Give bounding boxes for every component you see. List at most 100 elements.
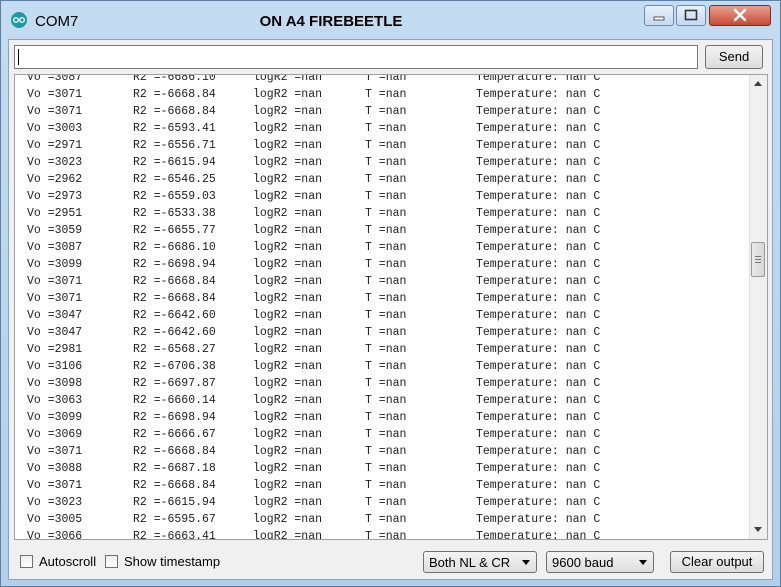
log-temperature-value: Temperature: nan C — [476, 105, 601, 118]
log-temperature-value: Temperature: nan C — [476, 139, 601, 152]
maximize-button[interactable] — [676, 5, 706, 26]
log-temperature-value: Temperature: nan C — [476, 156, 601, 169]
log-r2-value: R2 =-6706.38 — [133, 360, 216, 373]
log-temperature-value: Temperature: nan C — [476, 309, 601, 322]
log-t-value: T =nan — [365, 207, 407, 220]
log-r2-value: R2 =-6698.94 — [133, 411, 216, 424]
dropdown-arrow-icon — [639, 560, 647, 565]
log-logr2-value: logR2 =nan — [253, 207, 323, 220]
log-r2-value: R2 =-6660.14 — [133, 394, 216, 407]
line-ending-select[interactable]: Both NL & CR — [423, 551, 537, 573]
log-temperature-value: Temperature: nan C — [476, 496, 601, 509]
log-line: Vo =3088 R2 =-6687.18 logR2 =nan T =nan Temp… — [27, 460, 747, 477]
log-temperature-value: Temperature: nan C — [476, 326, 601, 339]
show-timestamp-option[interactable]: Show timestamp — [105, 554, 235, 570]
log-line: Vo =3071 R2 =-6668.84 logR2 =nan T =nan Temp… — [27, 103, 747, 120]
autoscroll-option[interactable]: Autoscroll — [20, 554, 110, 570]
log-vo-value: Vo =3023 — [27, 496, 83, 509]
log-temperature-value: Temperature: nan C — [476, 275, 601, 288]
log-line: Vo =2971 R2 =-6556.71 logR2 =nan T =nan Temp… — [27, 137, 747, 154]
log-logr2-value: logR2 =nan — [253, 309, 323, 322]
send-button[interactable]: Send — [705, 45, 763, 69]
show-timestamp-checkbox[interactable] — [105, 555, 118, 568]
log-r2-value: R2 =-6668.84 — [133, 275, 216, 288]
scroll-up-arrow-icon[interactable] — [754, 81, 762, 86]
log-line: Vo =3071 R2 =-6668.84 logR2 =nan T =nan Temp… — [27, 443, 747, 460]
log-temperature-value: Temperature: nan C — [476, 530, 601, 540]
log-r2-value: R2 =-6593.41 — [133, 122, 216, 135]
log-r2-value: R2 =-6687.18 — [133, 462, 216, 475]
log-t-value: T =nan — [365, 88, 407, 101]
log-r2-value: R2 =-6668.84 — [133, 479, 216, 492]
log-vo-value: Vo =3088 — [27, 462, 83, 475]
log-r2-value: R2 =-6668.84 — [133, 292, 216, 305]
log-vo-value: Vo =3047 — [27, 326, 83, 339]
log-logr2-value: logR2 =nan — [253, 445, 323, 458]
serial-monitor-window: COM7 ON A4 FIREBEETLE Send Vo =3087 R2 =… — [0, 0, 781, 587]
log-t-value: T =nan — [365, 224, 407, 237]
log-vo-value: Vo =3071 — [27, 105, 83, 118]
log-logr2-value: logR2 =nan — [253, 496, 323, 509]
scroll-down-arrow-icon[interactable] — [754, 527, 762, 532]
baud-rate-value: 9600 baud — [552, 555, 614, 570]
log-logr2-value: logR2 =nan — [253, 411, 323, 424]
clear-output-button[interactable]: Clear output — [670, 551, 764, 573]
log-t-value: T =nan — [365, 173, 407, 186]
log-t-value: T =nan — [365, 530, 407, 540]
log-r2-value: R2 =-6697.87 — [133, 377, 216, 390]
log-vo-value: Vo =3071 — [27, 275, 83, 288]
log-r2-value: R2 =-6655.77 — [133, 224, 216, 237]
log-t-value: T =nan — [365, 105, 407, 118]
log-r2-value: R2 =-6546.25 — [133, 173, 216, 186]
log-r2-value: R2 =-6663.41 — [133, 530, 216, 540]
log-logr2-value: logR2 =nan — [253, 513, 323, 526]
log-vo-value: Vo =3071 — [27, 445, 83, 458]
log-temperature-value: Temperature: nan C — [476, 122, 601, 135]
serial-output-area[interactable]: Vo =3087 R2 =-6686.10 logR2 =nan T =nan … — [14, 74, 768, 540]
close-button[interactable] — [709, 5, 771, 26]
log-line: Vo =3005 R2 =-6595.67 logR2 =nan T =nan Temp… — [27, 511, 747, 528]
log-r2-value: R2 =-6533.38 — [133, 207, 216, 220]
log-temperature-value: Temperature: nan C — [476, 74, 601, 84]
log-t-value: T =nan — [365, 74, 407, 84]
serial-send-input[interactable] — [14, 45, 698, 69]
log-line: Vo =3071 R2 =-6668.84 logR2 =nan T =nan Temp… — [27, 86, 747, 103]
log-logr2-value: logR2 =nan — [253, 139, 323, 152]
log-temperature-value: Temperature: nan C — [476, 190, 601, 203]
window-sketch-title: ON A4 FIREBEETLE — [259, 13, 403, 30]
autoscroll-checkbox[interactable] — [20, 555, 33, 568]
log-temperature-value: Temperature: nan C — [476, 513, 601, 526]
log-logr2-value: logR2 =nan — [253, 258, 323, 271]
baud-rate-select[interactable]: 9600 baud — [546, 551, 654, 573]
log-t-value: T =nan — [365, 156, 407, 169]
log-temperature-value: Temperature: nan C — [476, 479, 601, 492]
maximize-icon — [684, 9, 698, 21]
log-line: Vo =3071 R2 =-6668.84 logR2 =nan T =nan Temp… — [27, 273, 747, 290]
vertical-scrollbar[interactable] — [749, 75, 767, 539]
log-vo-value: Vo =3106 — [27, 360, 83, 373]
scrollbar-thumb[interactable] — [751, 242, 765, 277]
log-line: Vo =3066 R2 =-6663.41 logR2 =nan T =nan Temp… — [27, 528, 747, 540]
log-t-value: T =nan — [365, 428, 407, 441]
log-r2-value: R2 =-6556.71 — [133, 139, 216, 152]
log-logr2-value: logR2 =nan — [253, 360, 323, 373]
log-r2-value: R2 =-6568.27 — [133, 343, 216, 356]
log-logr2-value: logR2 =nan — [253, 173, 323, 186]
log-line: Vo =3069 R2 =-6666.67 logR2 =nan T =nan Temp… — [27, 426, 747, 443]
minimize-icon — [653, 16, 665, 21]
log-r2-value: R2 =-6559.03 — [133, 190, 216, 203]
log-vo-value: Vo =3087 — [27, 74, 83, 84]
log-vo-value: Vo =3047 — [27, 309, 83, 322]
log-line: Vo =3071 R2 =-6668.84 logR2 =nan T =nan Temp… — [27, 477, 747, 494]
log-vo-value: Vo =3087 — [27, 241, 83, 254]
log-temperature-value: Temperature: nan C — [476, 411, 601, 424]
log-vo-value: Vo =2981 — [27, 343, 83, 356]
log-vo-value: Vo =2951 — [27, 207, 83, 220]
title-bar[interactable]: COM7 ON A4 FIREBEETLE — [1, 1, 780, 39]
minimize-button[interactable] — [644, 5, 674, 26]
log-r2-value: R2 =-6686.10 — [133, 74, 216, 84]
log-r2-value: R2 =-6642.60 — [133, 326, 216, 339]
log-line: Vo =3059 R2 =-6655.77 logR2 =nan T =nan Temp… — [27, 222, 747, 239]
log-r2-value: R2 =-6642.60 — [133, 309, 216, 322]
log-vo-value: Vo =3071 — [27, 88, 83, 101]
